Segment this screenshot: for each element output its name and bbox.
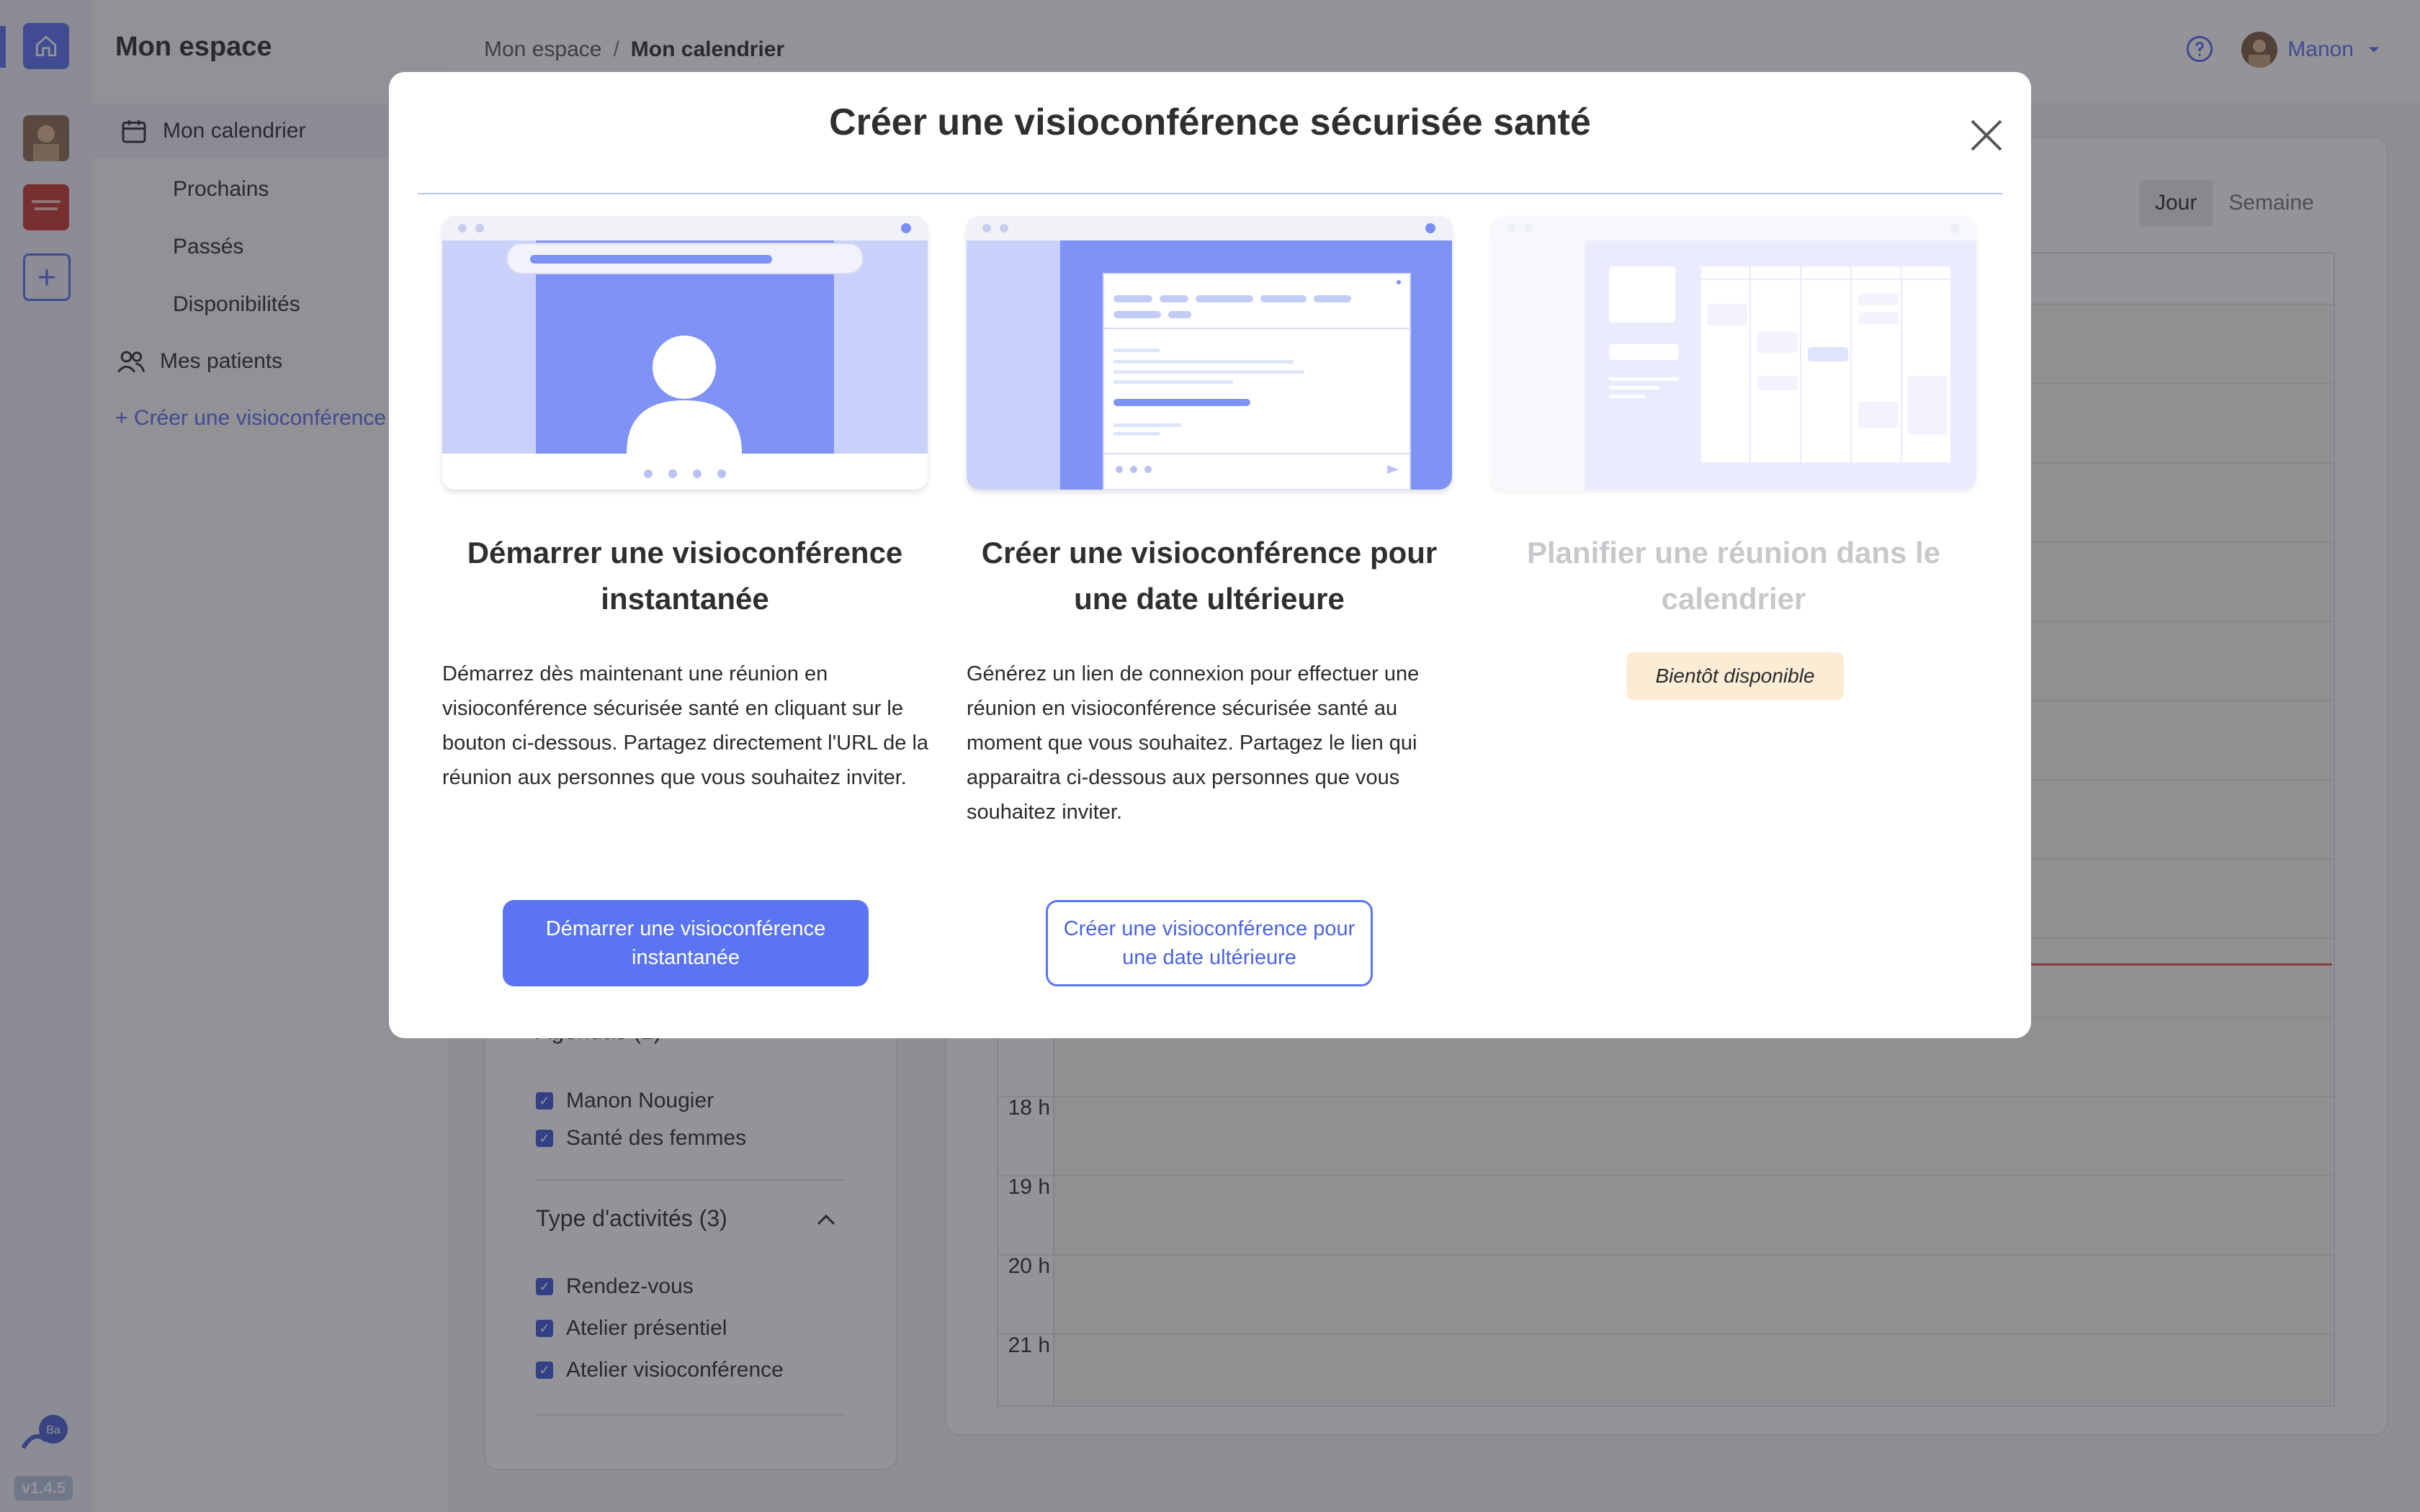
option-title-instant: Démarrer une visioconférence instantanée [467, 536, 903, 616]
modal-divider [418, 193, 2002, 194]
option-description-instant: Démarrez dès maintenant une réunion en v… [442, 662, 929, 789]
calendar-meeting-illustration [1491, 216, 1976, 490]
close-icon[interactable] [1966, 115, 2007, 156]
scheduled-meeting-illustration [967, 216, 1452, 490]
create-visio-modal: Créer une visioconférence sécurisée sant… [389, 72, 2031, 1038]
create-later-visio-button[interactable]: Créer une visioconférence pour une date … [1046, 900, 1373, 986]
coming-soon-badge: Bientôt disponible [1626, 652, 1844, 700]
start-instant-visio-button[interactable]: Démarrer une visioconférence instantanée [503, 900, 869, 986]
modal-title: Créer une visioconférence sécurisée sant… [829, 102, 1591, 143]
instant-meeting-illustration [442, 216, 928, 490]
option-description-later: Générez un lien de connexion pour effect… [967, 662, 1420, 824]
option-title-later: Créer une visioconférence pour une date … [981, 536, 1438, 616]
option-title-calendar: Planifier une réunion dans le calendrier [1526, 536, 1941, 616]
